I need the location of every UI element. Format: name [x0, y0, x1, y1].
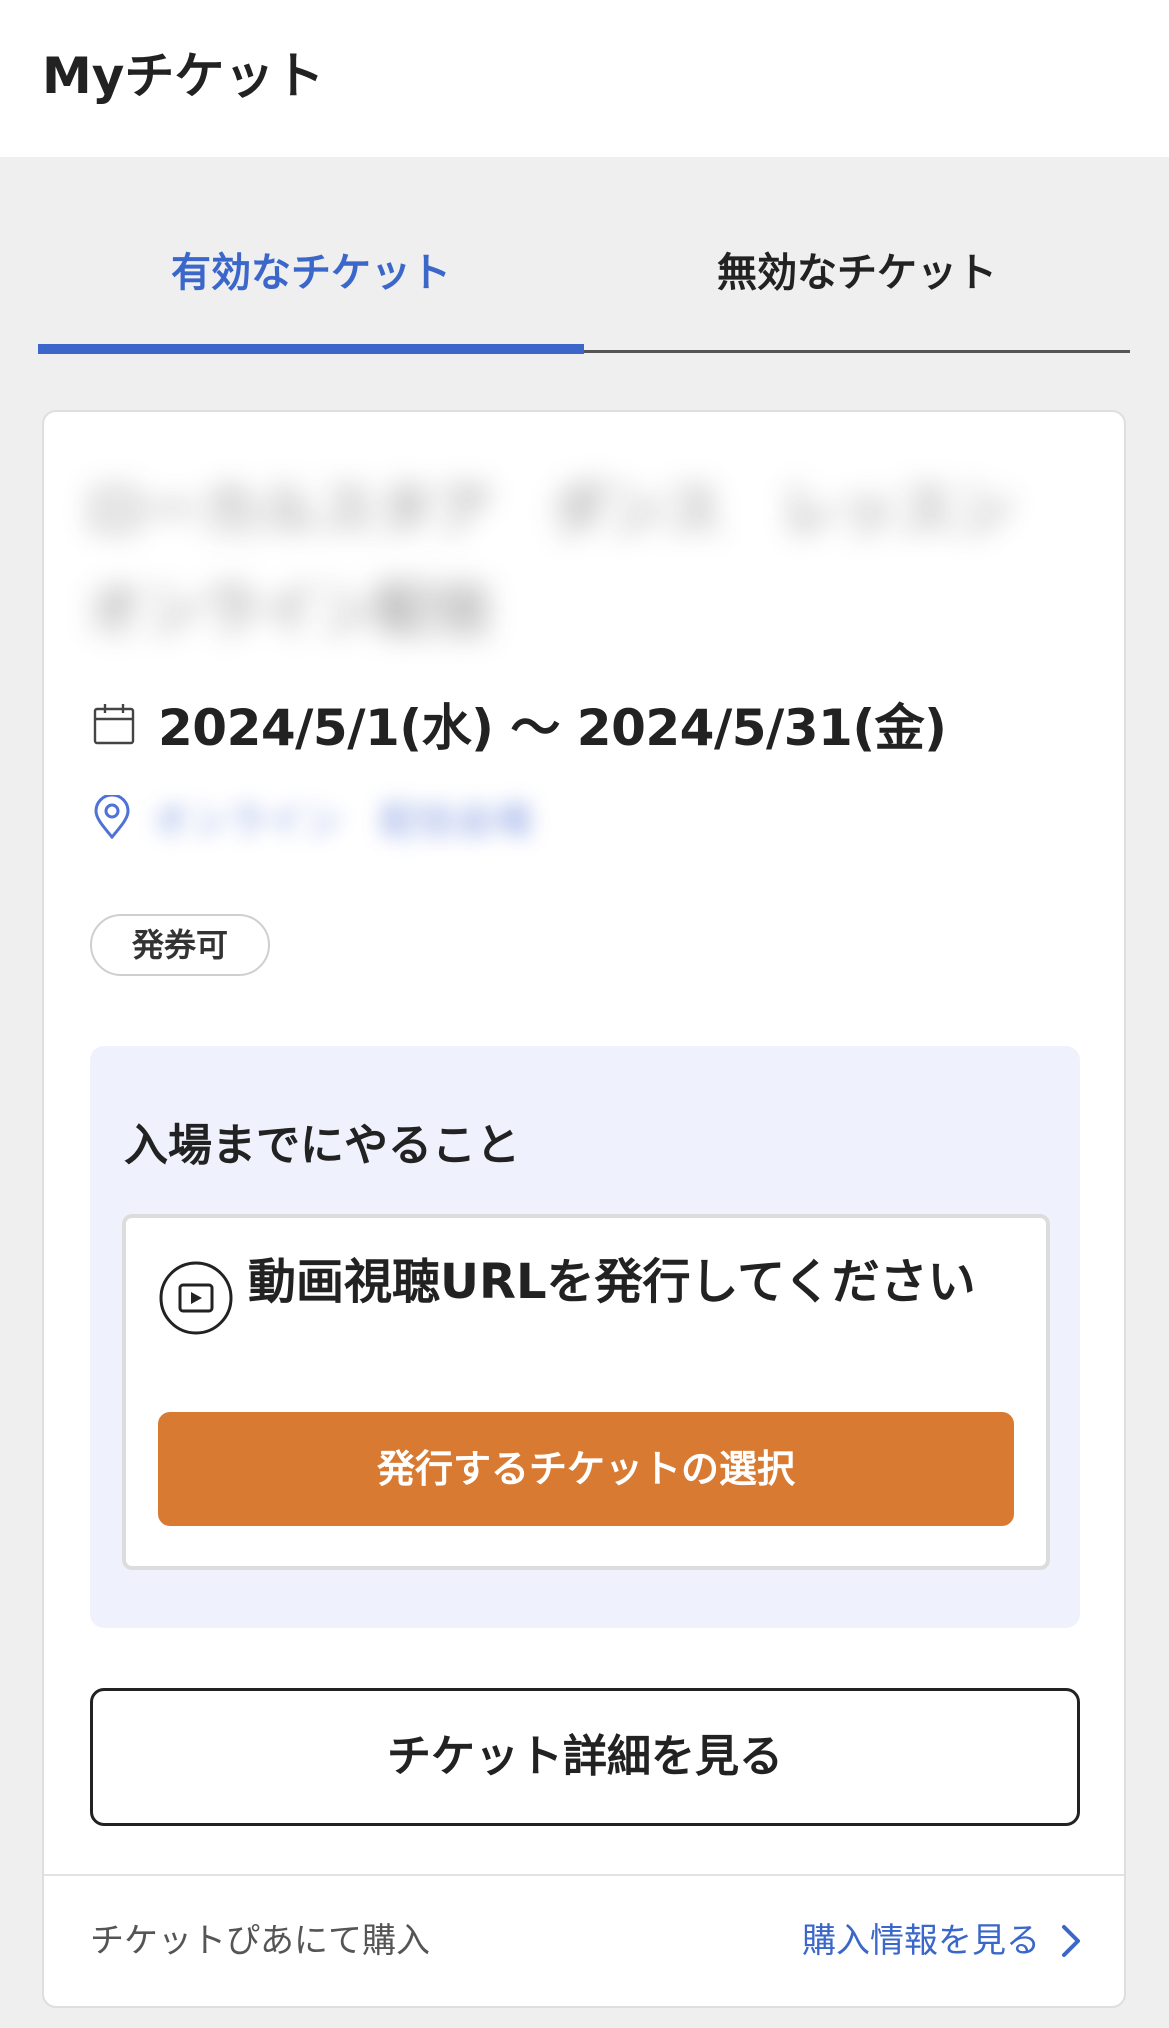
view-purchase-info-link[interactable]: 購入情報を見る [802, 1906, 1084, 1976]
card-footer-divider [44, 1874, 1124, 1876]
select-ticket-to-issue-button[interactable]: 発行するチケットの選択 [158, 1412, 1014, 1526]
view-purchase-info-label: 購入情報を見る [802, 1921, 1040, 1961]
event-venue: オンライン 配信会場 [152, 798, 533, 843]
event-date-range: 2024/5/1(水) ～ 2024/5/31(金) [158, 699, 947, 757]
app-header: Myチケット [0, 0, 1169, 157]
ticket-tabs: 有効なチケット 無効なチケット [38, 230, 1130, 354]
map-pin-icon [94, 795, 130, 839]
tab-valid-tickets[interactable]: 有効なチケット [38, 230, 584, 348]
event-date-row: 2024/5/1(水) ～ 2024/5/31(金) [92, 692, 947, 757]
calendar-icon [93, 704, 135, 745]
video-play-icon [159, 1261, 233, 1335]
event-title: ローカルスタア ダンス レッスン オンライン配信 [86, 476, 1071, 644]
tab-invalid-tickets[interactable]: 無効なチケット [584, 230, 1130, 348]
ticket-card: ローカルスタア ダンス レッスン オンライン配信 2024/5/1(水) ～ 2… [42, 410, 1126, 2008]
event-venue-row: オンライン 配信会場 [92, 782, 532, 852]
chevron-right-icon [1062, 1925, 1080, 1957]
todo-panel: 入場までにやること 動画視聴URLを発行してください 発行するチケットの選択 [90, 1046, 1080, 1628]
purchase-source-text: チケットぴあにて購入 [90, 1921, 430, 1961]
page-title: Myチケット [42, 47, 325, 105]
ticketing-available-badge: 発券可 [90, 914, 270, 976]
todo-heading: 入場までにやること [124, 1120, 520, 1171]
active-tab-indicator [38, 344, 584, 354]
todo-task-text: 動画視聴URLを発行してください [248, 1254, 976, 1310]
todo-task-box: 動画視聴URLを発行してください 発行するチケットの選択 [122, 1214, 1050, 1570]
view-ticket-details-button[interactable]: チケット詳細を見る [90, 1688, 1080, 1826]
